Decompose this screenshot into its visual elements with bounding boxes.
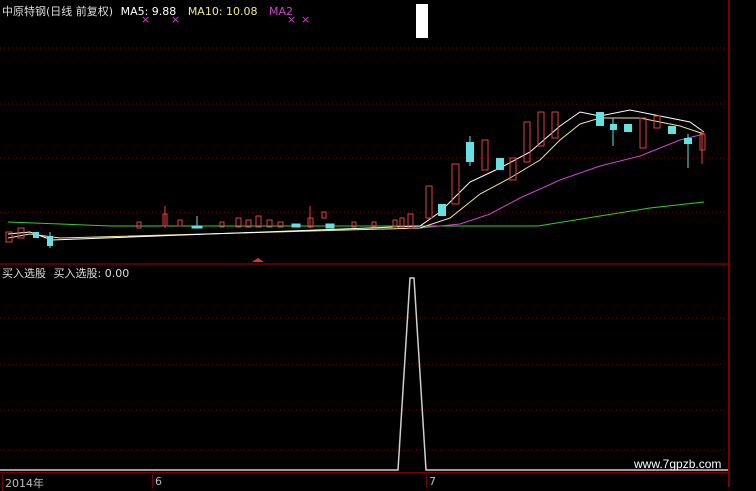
ma10-line: [7, 117, 705, 239]
right-axis-border: [728, 0, 730, 487]
indicator-name: 买入选股: [2, 267, 46, 280]
axis-month-7: 7: [426, 475, 436, 488]
main-grid: [0, 47, 728, 451]
axis-month-6: 6: [152, 475, 162, 488]
candles-rally: [425, 111, 706, 219]
cross-marker-3: ×: [287, 13, 297, 26]
axis-year-label: 2014年: [2, 475, 44, 491]
indicator-header: 买入选股 买入选股: 0.00: [2, 265, 129, 281]
cross-marker-4: ×: [301, 13, 311, 26]
stock-name: 中原特钢: [2, 5, 46, 18]
watermark: www.7gpzb.com: [634, 457, 722, 471]
stock-chart-canvas[interactable]: [0, 0, 756, 487]
period-info: (日线 前复权): [46, 5, 114, 18]
candles-flat: [136, 206, 414, 229]
ma20-line: [419, 133, 705, 229]
indicator-value: 买入选股: 0.00: [53, 267, 130, 280]
cross-marker-2: ×: [171, 13, 181, 26]
text-cursor-block: [416, 4, 428, 38]
time-axis: 2014年 6 7: [0, 472, 728, 491]
ma5-line: [7, 109, 705, 241]
cross-marker-1: ×: [141, 13, 151, 26]
signal-line: [0, 277, 728, 471]
divider-handle-icon[interactable]: [252, 258, 264, 262]
ma10-label: MA10: 10.08: [187, 5, 258, 18]
